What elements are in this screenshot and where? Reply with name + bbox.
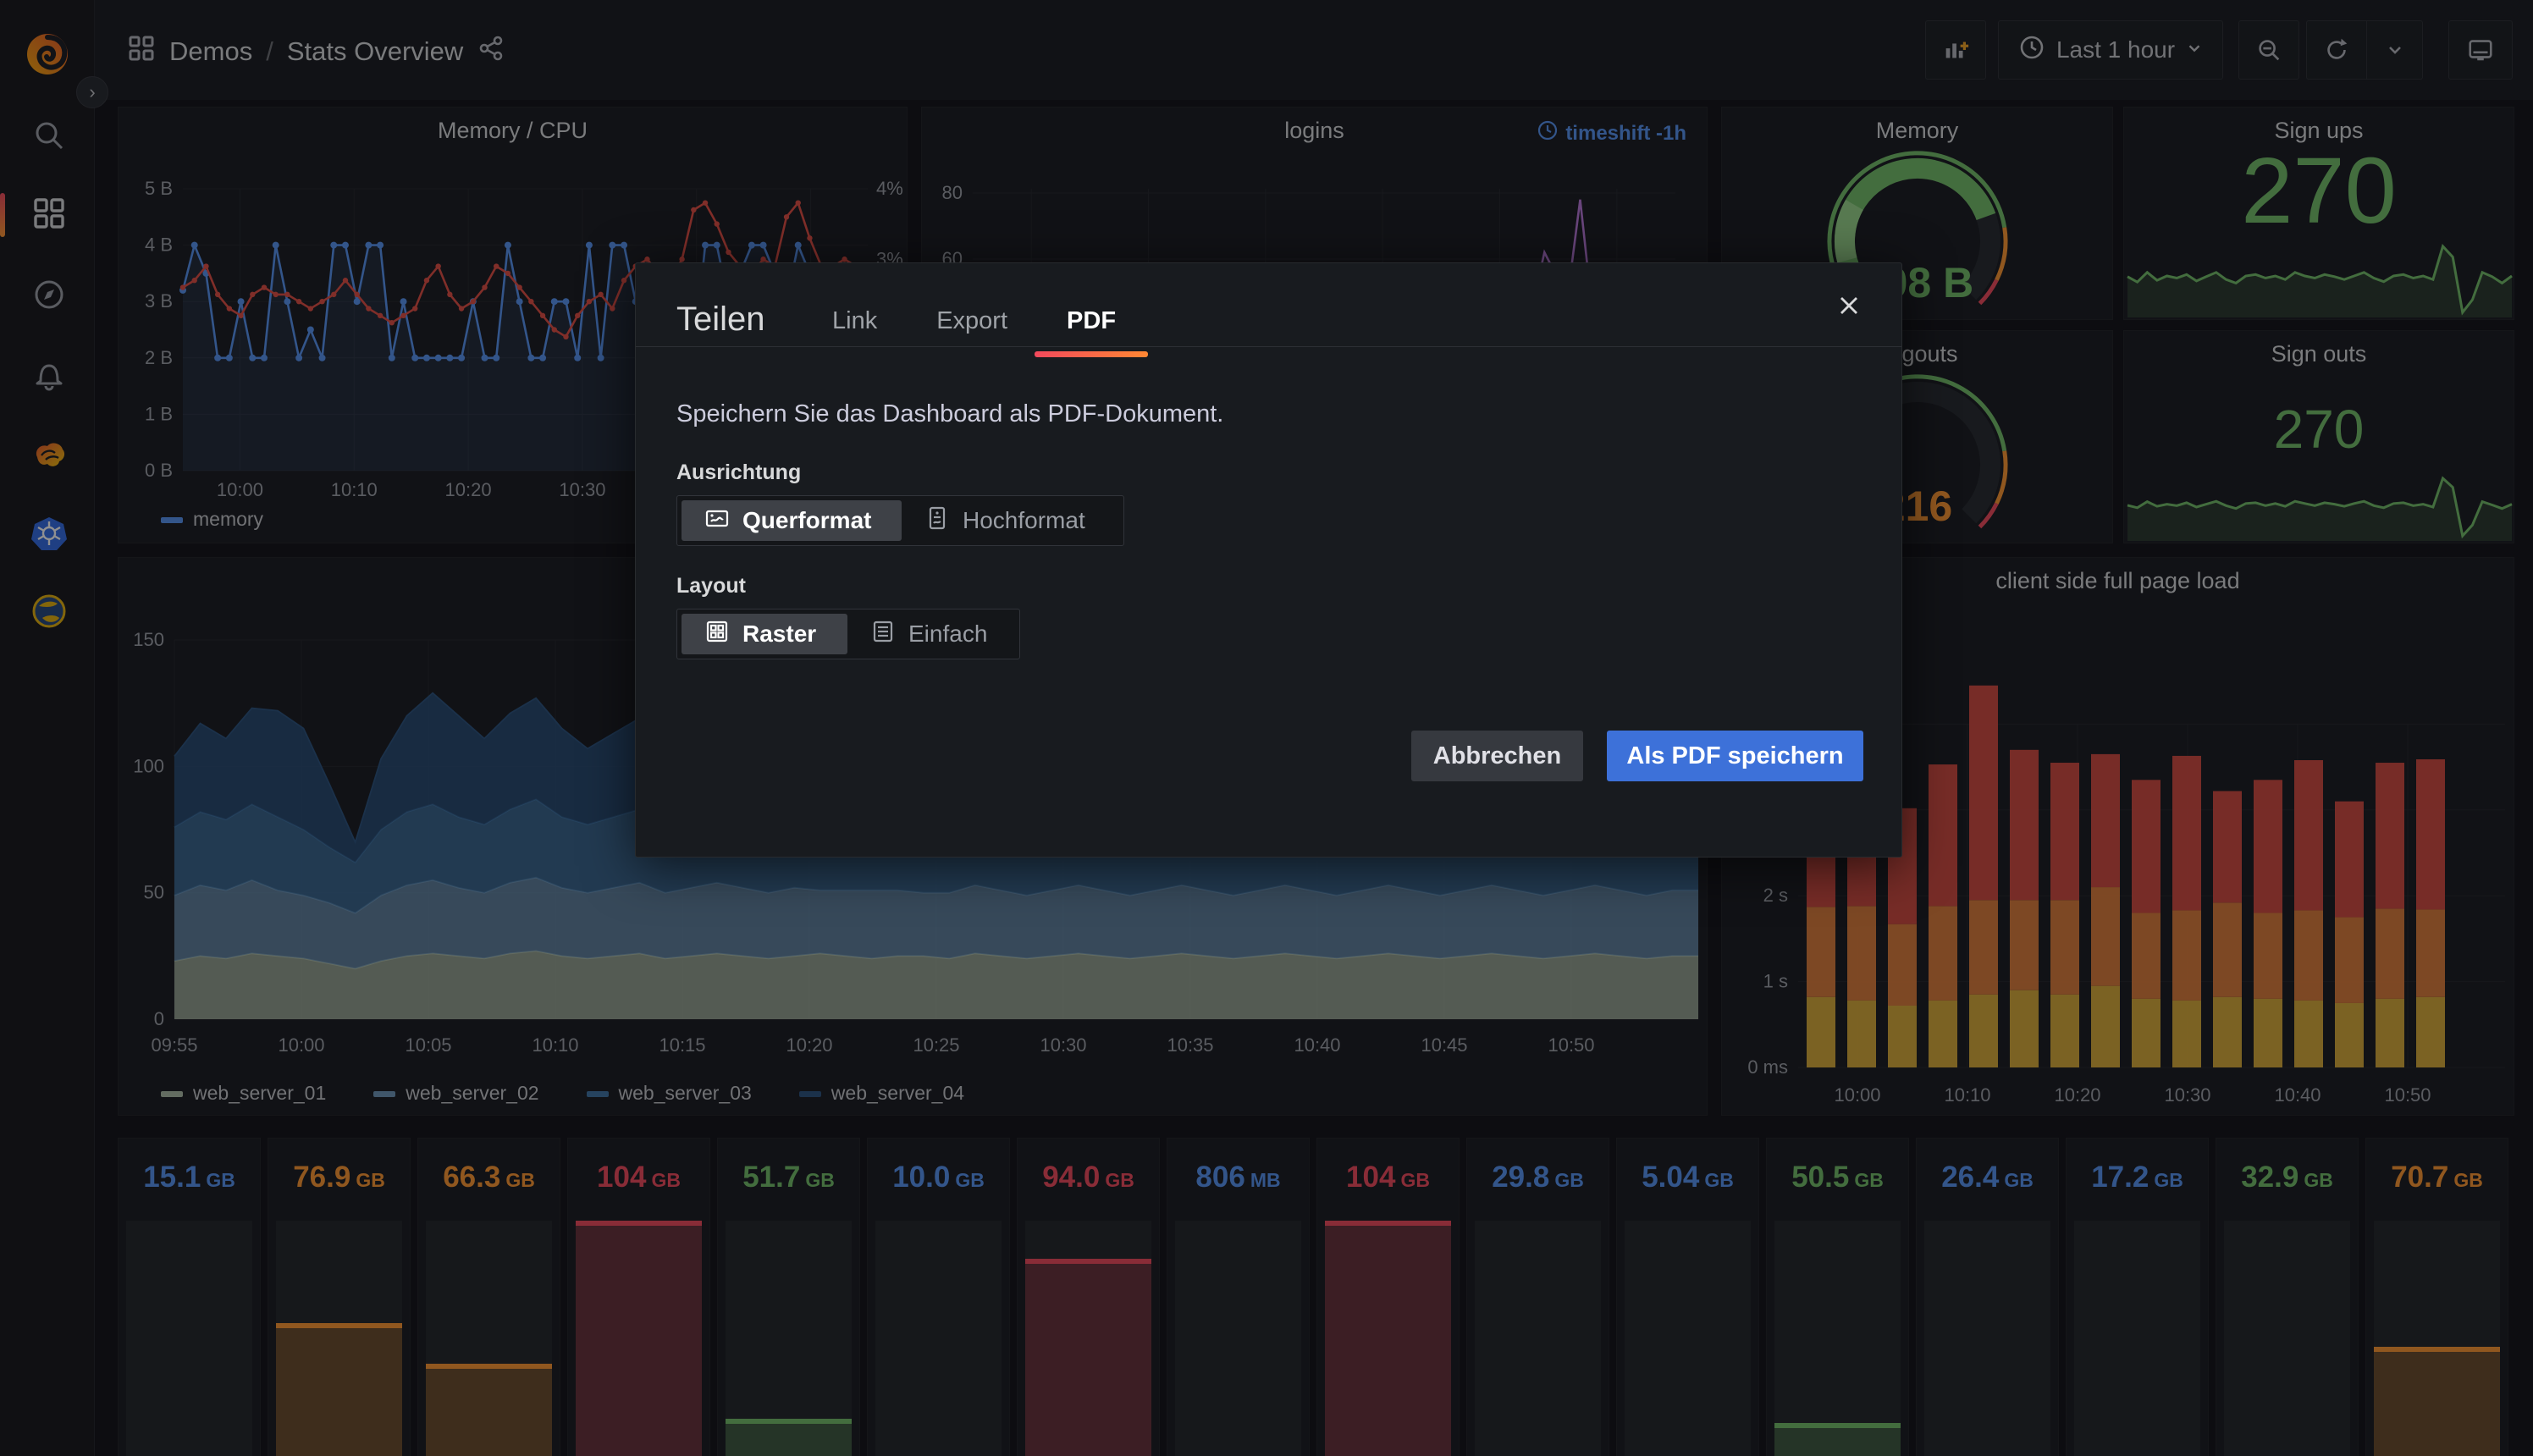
modal-tabs: Link Export PDF <box>832 307 1116 357</box>
orientation-label: Ausrichtung <box>676 461 801 485</box>
divider <box>636 346 1901 347</box>
orientation-radio-group: Querformat Hochformat <box>676 495 1124 546</box>
active-tab-underline <box>1035 351 1148 357</box>
cancel-button[interactable]: Abbrechen <box>1411 731 1583 781</box>
tab-export[interactable]: Export <box>936 307 1007 357</box>
layout-label: Layout <box>676 574 746 598</box>
close-icon[interactable] <box>1830 287 1868 324</box>
option-einfach[interactable]: Einfach <box>847 614 1015 654</box>
grid-layout-icon <box>704 618 731 651</box>
save-pdf-button[interactable]: Als PDF speichern <box>1607 731 1863 781</box>
simple-layout-icon <box>869 618 897 651</box>
option-raster[interactable]: Raster <box>682 614 847 654</box>
modal-description: Speichern Sie das Dashboard als PDF-Doku… <box>676 400 1223 428</box>
layout-radio-group: Raster Einfach <box>676 609 1020 659</box>
portrait-icon <box>924 505 951 538</box>
grafana-app: › Demos / Stats Overview <box>0 0 2533 1456</box>
modal-title: Teilen <box>676 301 765 339</box>
landscape-icon <box>704 505 731 538</box>
option-hochformat[interactable]: Hochformat <box>902 500 1119 541</box>
tab-pdf[interactable]: PDF <box>1067 307 1116 357</box>
tab-link[interactable]: Link <box>832 307 877 357</box>
share-modal: Teilen Link Export PDF Speichern Sie das… <box>635 262 1902 858</box>
option-querformat[interactable]: Querformat <box>682 500 902 541</box>
